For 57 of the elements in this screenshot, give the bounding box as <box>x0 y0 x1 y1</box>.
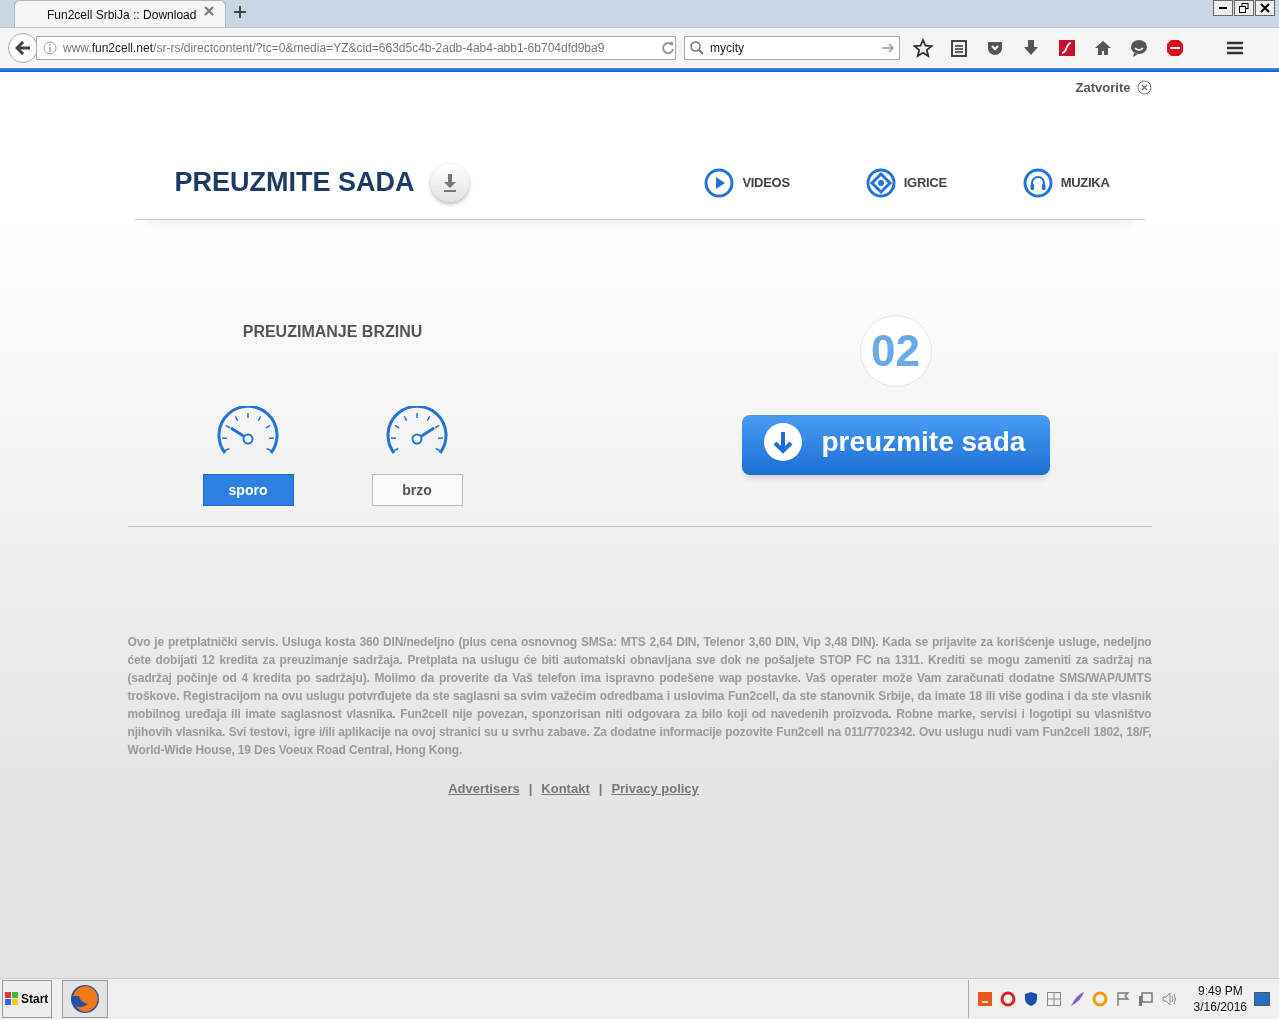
list-icon[interactable] <box>949 38 969 58</box>
close-link[interactable]: Zatvorite <box>1075 78 1152 98</box>
nav-link[interactable]: MUZIKA <box>1022 167 1110 198</box>
minimize-icon <box>1219 7 1227 9</box>
windows-logo-icon <box>5 992 19 1006</box>
disclaimer-text: Ovo je pretplatnički servis. Usluga kosta 360 DIN/nedeljno (plus cena osnovnog SMSa: MTS 2,64 DIN, Telenor 3,60 DIN, Vip 3,48 DIN). Kada se prijavite za korišćenje usluge, nedeljno ćete dobijati 12 kredita za preuzimanje sadržaja. Pretplata na uslugu će biti automatski obnavljana sve dok ne pošaljete STOP FC na 1311. Krediti se mogu zameniti za sadržaj na (sadržaj počinje od 4 kredita po sadržaju). Molimo da proverite da Vaš telefon ima ispravno podešene wap postavke. Vaš operater može Vam zaračunati dodatne SMS/WAP/UMTS troškove. Registracijom na ovu uslugu potvrđujete da ste saglasni sa svim važećim odredbama i uslovima Fun2cell, da ste stanovnik Srbije, da imate 18 ili više godina i da ste vlasnik mobilnog uređaja ili imate saglasnost vlasnika. Fun2cell nije povezan, sponzorisan niti odgovara za bilo koji od navedenih proizvoda. Robne marke, servisi i logotipi su vlasništvo njihovih vlasnika. Svi testovi, igre i/ili aplikacije na ovoj stranici su u svrhu zabave. Za dodatne informacije pozovite Fun2cell na 011/7702342. Ovu uslugu nudi vam Fun2cell 1802, 18/F, World-Wide House, 19 Des Voeux Road Central, Hong Kong. <box>127 634 1152 759</box>
url-text: www.fun2cell.net/sr-rs/directcontent/?tc=0&media=YZ&cid=663d5c4b-2adb-4ab4-abb1-6b704dfd9ba9 <box>63 40 606 57</box>
countdown: 02 <box>859 315 932 387</box>
speed-option[interactable]: sporo <box>202 474 294 506</box>
page-title: PREUZMITE SADA <box>174 166 415 200</box>
stop-sign-icon[interactable] <box>1165 38 1185 58</box>
play-icon <box>704 167 735 198</box>
separator: | <box>598 780 603 798</box>
download-button[interactable] <box>430 163 469 202</box>
close-icon <box>1136 80 1152 96</box>
restore-icon <box>1239 3 1249 13</box>
section-title: PREUZIMANJE BRZINU <box>242 322 423 342</box>
download-icon <box>442 173 457 192</box>
search-icon <box>690 41 704 55</box>
separator: | <box>528 780 533 798</box>
minimize-button[interactable] <box>1213 0 1233 16</box>
speed-option[interactable]: brzo <box>371 474 463 506</box>
nav-link[interactable]: IGRICE <box>865 167 947 198</box>
footer-link[interactable]: Kontakt <box>541 779 590 799</box>
browser-tab[interactable]: Fun2cell SrbiJa :: Download <box>14 0 226 27</box>
taskbar-app[interactable] <box>62 980 108 1018</box>
feather-icon[interactable] <box>1068 991 1085 1007</box>
reload-icon[interactable] <box>661 41 675 55</box>
close-label: Zatvorite <box>1075 79 1131 97</box>
headphones-icon <box>1022 167 1053 198</box>
search-field[interactable]: mycity <box>684 36 900 60</box>
download-button[interactable]: preuzmite sada <box>741 415 1050 475</box>
speaker-icon[interactable] <box>1160 991 1177 1007</box>
chat-icon[interactable] <box>1129 38 1149 58</box>
footer-link[interactable]: Advertisers <box>448 779 520 799</box>
globe-icon <box>70 984 100 1014</box>
restore-button[interactable] <box>1234 0 1254 16</box>
star-icon[interactable] <box>913 38 933 58</box>
download-icon <box>763 423 802 461</box>
info-icon <box>43 41 57 55</box>
start-button[interactable]: Start <box>2 980 52 1018</box>
close-icon <box>1260 3 1270 13</box>
address-bar[interactable]: www.fun2cell.net/sr-rs/directcontent/?tc=0&media=YZ&cid=663d5c4b-2adb-4ab4-abb1-6b704dfd9ba9 <box>36 36 676 60</box>
window-icon[interactable] <box>1045 991 1062 1007</box>
close-button[interactable] <box>1255 0 1275 16</box>
flash-icon[interactable] <box>1057 38 1077 58</box>
back-button[interactable] <box>8 33 38 63</box>
clock[interactable]: 9:49 PM 3/16/2016 <box>1193 983 1247 1015</box>
footer-link[interactable]: Privacy policy <box>611 779 699 799</box>
nav-link[interactable]: VIDEOS <box>704 167 790 198</box>
shield-icon[interactable] <box>1022 991 1039 1007</box>
home-icon[interactable] <box>1093 38 1113 58</box>
network-icon[interactable] <box>1137 991 1154 1007</box>
arrow-icon <box>15 41 31 55</box>
flag-icon[interactable] <box>1114 991 1131 1007</box>
arrow-icon[interactable] <box>882 43 894 53</box>
search-text: mycity <box>710 40 745 57</box>
